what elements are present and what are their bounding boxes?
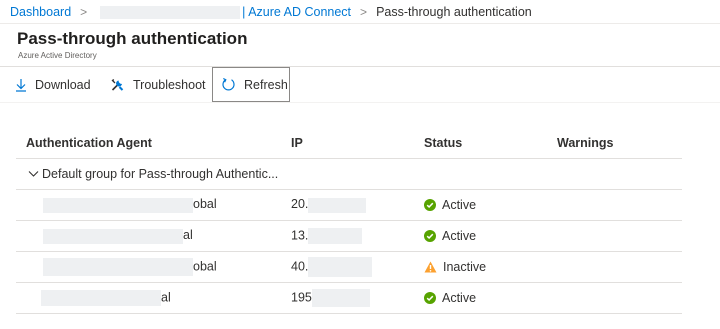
download-button[interactable]: Download: [15, 67, 91, 102]
group-label: Default group for Pass-through Authentic…: [42, 166, 279, 181]
download-label: Download: [35, 77, 91, 92]
table-row[interactable]: al 13. Active: [16, 220, 682, 252]
table-row[interactable]: obal 40. Inactive: [16, 251, 682, 283]
status-cell: Active: [414, 282, 547, 314]
command-bar-bottom-border: [0, 102, 720, 103]
check-circle-icon: [424, 199, 442, 211]
breadcrumb-azure-ad-connect-link[interactable]: | Azure AD Connect: [242, 4, 351, 20]
status-cell: Inactive: [414, 251, 547, 283]
table-header-row: Authentication Agent IP Status Warnings: [16, 128, 682, 159]
status-text: Active: [442, 291, 477, 305]
warning-triangle-icon: [424, 261, 443, 273]
agent-cell: obal: [16, 251, 281, 283]
check-circle-icon: [424, 230, 442, 242]
ip-cell: 13.: [281, 220, 414, 252]
redacted-ip: [308, 197, 367, 213]
ip-prefix: 40.: [291, 259, 309, 274]
group-cell[interactable]: Default group for Pass-through Authentic…: [16, 158, 682, 190]
agent-cell: al: [16, 220, 281, 252]
group-row[interactable]: Default group for Pass-through Authentic…: [16, 158, 682, 190]
breadcrumb-separator: >: [80, 5, 88, 19]
column-header-status[interactable]: Status: [414, 128, 547, 159]
status-text: Active: [442, 198, 477, 212]
agent-cell: al: [16, 282, 281, 314]
redacted-agent-name: [41, 290, 161, 306]
troubleshoot-label: Troubleshoot: [133, 77, 206, 92]
redacted-ip: [311, 289, 370, 307]
redacted-agent-name: [43, 228, 183, 244]
ip-cell: 40.: [281, 251, 414, 283]
breadcrumb-dashboard-link[interactable]: Dashboard: [10, 4, 71, 20]
column-header-agent[interactable]: Authentication Agent: [16, 128, 281, 159]
check-circle-icon: [424, 292, 442, 304]
ip-cell: 20.: [281, 189, 414, 221]
warnings-cell: [547, 251, 682, 283]
agent-name-suffix: obal: [193, 259, 217, 274]
refresh-label: Refresh: [244, 77, 288, 92]
ip-prefix: 195: [291, 290, 312, 305]
status-cell: Active: [414, 220, 547, 252]
status-text: Active: [442, 229, 477, 243]
redacted-ip: [308, 257, 373, 277]
page-title: Pass-through authentication: [17, 29, 248, 48]
breadcrumb-current: Pass-through authentication: [376, 5, 532, 19]
status-text: Inactive: [443, 260, 487, 274]
command-bar-divider: [0, 66, 720, 67]
status-cell: Active: [414, 189, 547, 221]
agent-name-suffix: al: [183, 228, 193, 243]
download-icon: [15, 78, 27, 92]
agents-table: Authentication Agent IP Status Warnings …: [16, 128, 682, 314]
redacted-ip: [308, 228, 363, 244]
breadcrumb: Dashboard > | Azure AD Connect > Pass-th…: [10, 4, 532, 20]
warnings-cell: [547, 282, 682, 314]
table-row[interactable]: al 195 Active: [16, 282, 682, 314]
warnings-cell: [547, 189, 682, 221]
ip-cell: 195: [281, 282, 414, 314]
chevron-down-icon[interactable]: [28, 167, 39, 181]
redacted-agent-name: [43, 197, 193, 213]
refresh-icon: [221, 77, 236, 92]
refresh-button[interactable]: Refresh: [212, 67, 290, 102]
redacted-agent-name: [43, 258, 193, 276]
column-header-ip[interactable]: IP: [281, 128, 414, 159]
page-subtitle: Azure Active Directory: [18, 51, 97, 60]
agent-cell: obal: [16, 189, 281, 221]
warnings-cell: [547, 220, 682, 252]
header-divider: [0, 23, 720, 24]
troubleshoot-button[interactable]: Troubleshoot: [110, 67, 206, 102]
table-row[interactable]: obal 20. Active: [16, 189, 682, 221]
wrench-icon: [110, 77, 125, 92]
ip-prefix: 13.: [291, 228, 309, 243]
agent-name-suffix: al: [161, 290, 171, 305]
ip-prefix: 20.: [291, 197, 309, 212]
redacted-tenant-name: [100, 5, 241, 19]
breadcrumb-separator: >: [360, 5, 368, 19]
column-header-warnings[interactable]: Warnings: [547, 128, 682, 159]
agent-name-suffix: obal: [193, 197, 217, 212]
